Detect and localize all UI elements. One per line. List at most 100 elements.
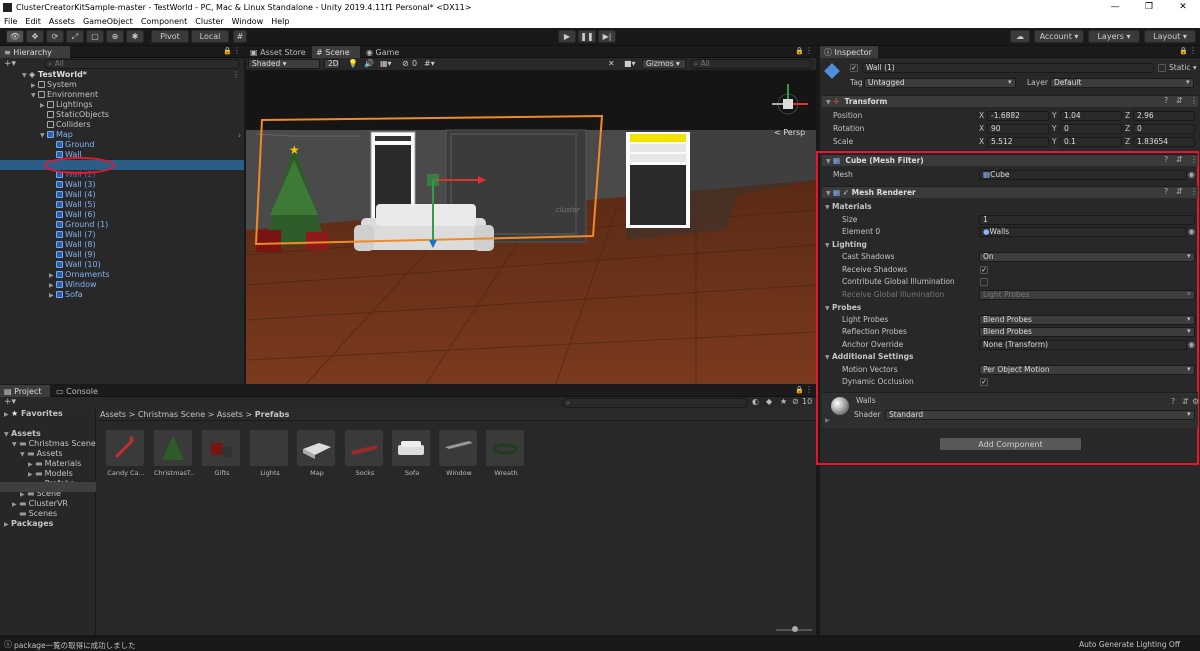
help-icon[interactable]: ? bbox=[1164, 155, 1168, 164]
cloud-icon[interactable]: ☁ bbox=[1010, 30, 1030, 43]
scale-z-input[interactable]: 1.83654 bbox=[1133, 137, 1195, 147]
camera-icon[interactable]: ■▾ bbox=[624, 59, 636, 68]
chevron-right-icon[interactable]: ▶ bbox=[49, 291, 56, 301]
gizmos-dropdown[interactable]: Gizmos ▾ bbox=[642, 59, 686, 69]
hierarchy-item[interactable]: ▶ Ornaments bbox=[49, 270, 110, 280]
light-probes-dropdown[interactable]: Blend Probes bbox=[979, 315, 1195, 325]
component-menu-icon[interactable]: ⋮ bbox=[1190, 155, 1198, 164]
asset-item[interactable]: Map bbox=[297, 430, 337, 477]
transform-header[interactable]: ▼ ✛ Transform bbox=[822, 95, 1198, 107]
search-by-label-icon[interactable]: ◆ bbox=[766, 397, 772, 406]
breadcrumb-item[interactable]: Assets bbox=[217, 410, 243, 419]
object-name-input[interactable]: Wall (1) bbox=[862, 63, 1154, 73]
rotate-tool-icon[interactable]: ⟳ bbox=[46, 30, 64, 43]
close-button[interactable]: ✕ bbox=[1166, 2, 1200, 12]
shader-dropdown[interactable]: Standard bbox=[885, 410, 1195, 420]
preset-icon[interactable]: ⇵ bbox=[1182, 397, 1189, 406]
anchor-override-field[interactable]: None (Transform) bbox=[979, 340, 1187, 350]
hierarchy-item[interactable]: Wall (6) bbox=[49, 210, 96, 220]
axis-label[interactable]: Z bbox=[1125, 137, 1130, 147]
object-picker-icon[interactable]: ◉ bbox=[1188, 170, 1195, 179]
chevron-down-icon[interactable]: ▼ bbox=[4, 430, 11, 440]
preset-icon[interactable]: ⇵ bbox=[1176, 187, 1183, 196]
additional-settings-foldout[interactable]: ▼ Additional Settings bbox=[825, 352, 913, 363]
static-checkbox[interactable] bbox=[1158, 64, 1166, 72]
menu-cluster[interactable]: Cluster bbox=[191, 17, 227, 26]
hierarchy-item[interactable]: Wall (7) bbox=[49, 230, 96, 240]
preset-icon[interactable]: ⇵ bbox=[1176, 155, 1183, 164]
size-input[interactable]: 1 bbox=[979, 215, 1195, 225]
rotation-x-input[interactable]: 90 bbox=[987, 124, 1049, 134]
rotation-y-input[interactable]: 0 bbox=[1060, 124, 1122, 134]
hierarchy-search-input[interactable]: ⌕ All bbox=[44, 59, 240, 69]
tab-inspector[interactable]: ⓘ Inspector bbox=[820, 46, 878, 58]
active-checkbox[interactable]: ✓ bbox=[850, 64, 858, 72]
help-icon[interactable]: ? bbox=[1164, 187, 1168, 196]
chevron-down-icon[interactable]: ▼ bbox=[20, 450, 27, 460]
hierarchy-item[interactable]: StaticObjects bbox=[40, 110, 109, 120]
axis-label[interactable]: X bbox=[979, 137, 984, 147]
axis-label[interactable]: X bbox=[979, 111, 984, 121]
folder-item[interactable]: ▼ ▬ Christmas Scene bbox=[12, 439, 96, 449]
favorite-star-icon[interactable]: ★ bbox=[780, 397, 787, 406]
axis-label[interactable]: Y bbox=[1052, 111, 1057, 121]
pivot-toggle[interactable]: Pivot bbox=[151, 30, 189, 43]
position-x-input[interactable]: -1.6882 bbox=[987, 111, 1049, 121]
materials-foldout[interactable]: ▼ Materials bbox=[825, 202, 872, 213]
breadcrumb-item-current[interactable]: Prefabs bbox=[255, 410, 290, 419]
help-icon[interactable]: ? bbox=[1171, 397, 1175, 406]
cast-shadows-dropdown[interactable]: On bbox=[979, 252, 1195, 262]
layers-dropdown[interactable]: Layers ▾ bbox=[1088, 30, 1140, 43]
help-icon[interactable]: ? bbox=[1164, 96, 1168, 105]
hierarchy-item[interactable]: Wall (4) bbox=[49, 190, 96, 200]
scene-search-input[interactable]: ⌕ All bbox=[690, 59, 812, 69]
hierarchy-item[interactable]: ▶ System bbox=[31, 80, 77, 90]
position-z-input[interactable]: 2.96 bbox=[1133, 111, 1195, 121]
audio-icon[interactable]: 🔊 bbox=[364, 59, 374, 68]
scale-tool-icon[interactable]: ⤢ bbox=[66, 30, 84, 43]
hierarchy-item[interactable]: ▼ Map bbox=[40, 130, 73, 140]
hierarchy-item[interactable]: Wall (10) bbox=[49, 260, 101, 270]
folder-item[interactable]: ▼ Assets bbox=[4, 429, 41, 439]
panel-menu-icon[interactable]: ⋮ bbox=[233, 46, 241, 55]
create-plus-icon[interactable]: +▾ bbox=[4, 59, 16, 69]
status-message[interactable]: package一覧の取得に成功しました bbox=[14, 640, 136, 651]
asset-item[interactable]: Socks bbox=[345, 430, 385, 477]
asset-item[interactable]: Sofa bbox=[392, 430, 432, 477]
tag-dropdown[interactable]: Untagged bbox=[864, 78, 1016, 88]
transform-tool-icon[interactable]: ⊕ bbox=[106, 30, 124, 43]
step-button[interactable]: ▶| bbox=[598, 30, 616, 43]
menu-assets[interactable]: Assets bbox=[45, 17, 79, 26]
scene-panel-menu-icon[interactable]: ⋮ bbox=[805, 46, 813, 55]
hierarchy-item[interactable]: ▼ Environment bbox=[31, 90, 98, 100]
position-y-input[interactable]: 1.04 bbox=[1060, 111, 1122, 121]
dynamic-occlusion-checkbox[interactable]: ✓ bbox=[980, 378, 988, 386]
project-create-plus-icon[interactable]: +▾ bbox=[4, 397, 16, 407]
material-menu-icon[interactable]: ⚙ bbox=[1192, 397, 1199, 406]
tab-project[interactable]: ▤ Project bbox=[0, 385, 50, 397]
move-tool-icon[interactable]: ✥ bbox=[26, 30, 44, 43]
chevron-down-icon[interactable]: ▼ bbox=[40, 131, 47, 141]
contribute-gi-checkbox[interactable] bbox=[980, 278, 988, 286]
chevron-down-icon[interactable]: ▼ bbox=[12, 440, 19, 450]
motion-vectors-dropdown[interactable]: Per Object Motion bbox=[979, 365, 1195, 375]
breadcrumb-item[interactable]: Assets bbox=[100, 410, 126, 419]
rotation-z-input[interactable]: 0 bbox=[1133, 124, 1195, 134]
menu-file[interactable]: File bbox=[0, 17, 21, 26]
shading-mode-dropdown[interactable]: Shaded ▾ bbox=[248, 59, 320, 69]
chevron-right-icon[interactable]: › bbox=[238, 131, 241, 140]
asset-item[interactable]: Wreath bbox=[486, 430, 526, 477]
hierarchy-item[interactable]: ▶ Window bbox=[49, 280, 97, 290]
folder-item[interactable]: ▶ ▬ Materials bbox=[28, 459, 81, 469]
hierarchy-item[interactable]: Colliders bbox=[40, 120, 91, 130]
tab-scene[interactable]: # Scene bbox=[312, 46, 360, 58]
probes-foldout[interactable]: ▼ Probes bbox=[825, 303, 861, 314]
scene-root[interactable]: ▼ ◈ TestWorld* bbox=[22, 70, 87, 80]
receive-shadows-checkbox[interactable]: ✓ bbox=[980, 266, 988, 274]
add-component-button[interactable]: Add Component bbox=[939, 437, 1082, 451]
scale-y-input[interactable]: 0.1 bbox=[1060, 137, 1122, 147]
asset-item[interactable]: Window bbox=[439, 430, 479, 477]
mesh-field[interactable]: ▦Cube bbox=[979, 170, 1187, 180]
asset-item[interactable]: Lights bbox=[250, 430, 290, 477]
axis-label[interactable]: Y bbox=[1052, 137, 1057, 147]
